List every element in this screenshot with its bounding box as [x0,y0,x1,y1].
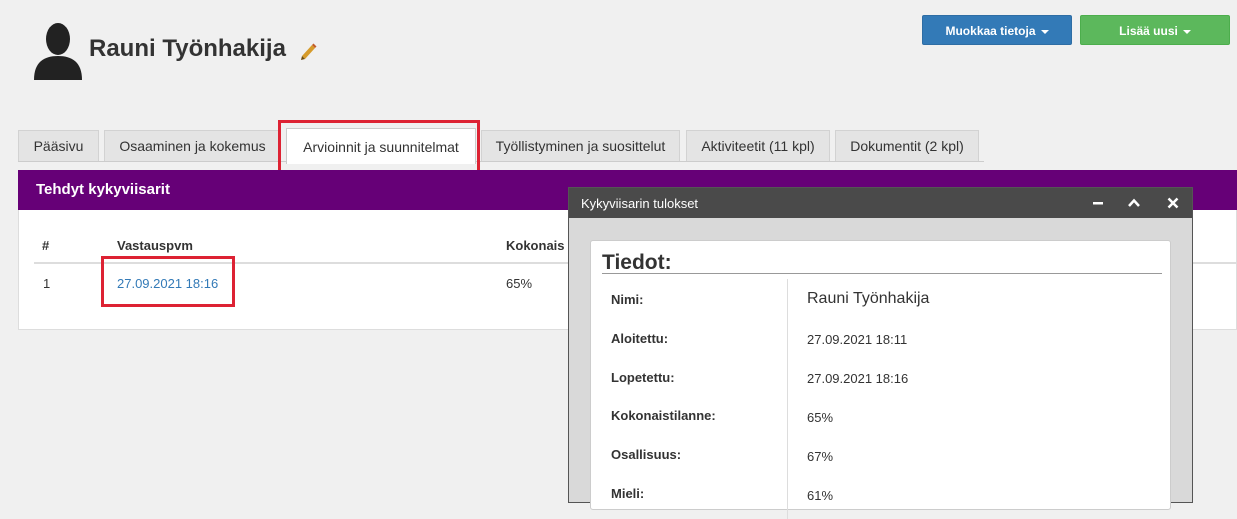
tab-paasivu[interactable]: Pääsivu [18,130,99,161]
field-value-mind: 61% [807,488,834,503]
caret-down-icon [1040,29,1049,34]
close-icon[interactable] [1166,196,1180,210]
panel-title-rule [602,273,1162,274]
field-label-ended: Lopetettu: [611,370,675,385]
field-value-name: Rauni Työnhakija [807,290,930,307]
profile-name: Rauni Työnhakija [89,35,286,62]
add-new-label: Lisää uusi [1119,24,1178,38]
column-header-total: Kokonais [506,238,565,253]
tab-aktiviteetit[interactable]: Aktiviteetit (11 kpl) [686,130,830,161]
column-header-index: # [42,238,50,253]
field-value-overall: 65% [807,410,834,425]
caret-down-icon [1182,29,1191,34]
tab-dokumentit[interactable]: Dokumentit (2 kpl) [835,130,979,161]
panel-column-divider [787,279,788,519]
field-label-name: Nimi: [611,292,644,307]
modal-header: Kykyviisarin tulokset [569,188,1192,218]
info-panel: Tiedot: Nimi: Rauni Työnhakija Aloitettu… [590,240,1171,519]
field-label-started: Aloitettu: [611,331,669,346]
chevron-up-icon[interactable] [1127,196,1141,210]
edit-info-label: Muokkaa tietoja [945,24,1036,38]
modal-title: Kykyviisarin tulokset [581,196,699,211]
field-label-mind: Mieli: [611,486,645,501]
field-label-overall: Kokonaistilanne: [611,408,716,423]
field-value-started: 27.09.2021 18:11 [807,332,908,347]
row-index: 1 [43,276,51,291]
field-value-participation: 67% [807,449,834,464]
tab-arvioinnit[interactable]: Arvioinnit ja suunnitelmat [286,128,476,164]
edit-info-dropdown-button[interactable]: Muokkaa tietoja [922,15,1072,45]
row-date-link[interactable]: 27.09.2021 18:16 [117,276,218,291]
section-title: Tehdyt kykyviisarit [36,181,170,198]
panel-title: Tiedot: [602,251,672,274]
tab-osaaminen[interactable]: Osaaminen ja kokemus [104,130,281,161]
tab-tyollistyminen[interactable]: Työllistyminen ja suosittelut [481,130,680,161]
person-silhouette-icon [34,23,82,80]
field-label-participation: Osallisuus: [611,447,682,462]
column-header-date: Vastauspvm [117,238,193,253]
results-modal: Kykyviisarin tulokset Tiedot: Nimi: Raun… [568,187,1193,519]
field-value-ended: 27.09.2021 18:16 [807,371,909,386]
add-new-dropdown-button[interactable]: Lisää uusi [1080,15,1230,45]
minimize-icon[interactable] [1091,196,1105,210]
row-total: 65% [506,276,533,291]
pencil-icon[interactable] [299,41,317,61]
